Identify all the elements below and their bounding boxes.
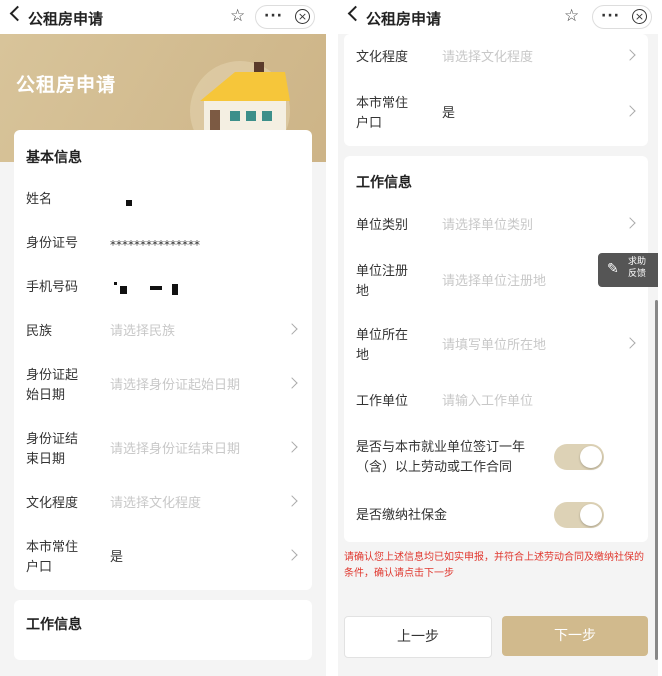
page-title: 公租房申请 — [366, 10, 442, 28]
hukou-value[interactable]: 是 — [110, 548, 123, 568]
page-title: 公租房申请 — [28, 10, 104, 28]
unit-type-label: 单位类别 — [356, 218, 409, 233]
contract-label: 是否与本市就业单位签订一年 — [356, 440, 526, 455]
form-screen-basic: 公租房申请 ☆ ··· × 公租房申请 基本信息 姓名 身份证号 *******… — [0, 0, 326, 676]
chevron-right-icon[interactable] — [286, 377, 298, 389]
unit-reg-label: 地 — [356, 284, 370, 299]
chevron-right-icon[interactable] — [286, 495, 298, 507]
redacted-phone — [150, 286, 162, 290]
star-icon[interactable]: ☆ — [230, 6, 245, 26]
mini-program-capsule: ··· × — [255, 5, 315, 29]
hukou-value[interactable]: 是 — [442, 104, 455, 124]
back-icon[interactable] — [9, 5, 26, 22]
more-icon[interactable]: ··· — [601, 8, 620, 24]
next-button[interactable]: 下一步 — [502, 616, 648, 656]
ethnicity-label: 民族 — [26, 324, 53, 339]
unit-location-label: 地 — [356, 348, 370, 363]
unit-reg-label: 单位注册 — [356, 264, 409, 279]
contract-label: （含）以上劳动或工作合同 — [356, 460, 513, 475]
employer-input[interactable]: 请输入工作单位 — [442, 392, 533, 412]
name-label: 姓名 — [26, 192, 53, 207]
back-icon[interactable] — [347, 5, 364, 22]
social-insurance-label: 是否缴纳社保金 — [356, 508, 448, 523]
unit-reg-select[interactable]: 请选择单位注册地 — [442, 272, 546, 292]
scrollbar[interactable] — [655, 300, 658, 660]
employer-label: 工作单位 — [356, 394, 409, 409]
education-label: 文化程度 — [356, 50, 409, 65]
star-icon[interactable]: ☆ — [564, 6, 579, 26]
close-icon[interactable]: × — [295, 9, 310, 24]
feedback-line-2: 反馈 — [628, 269, 647, 279]
id-end-label: 身份证结 — [26, 432, 79, 447]
confirmation-notice: 请确认您上述信息均已如实申报，并符合上述劳动合同及缴纳社保的条件，确认请点击下一… — [344, 552, 644, 579]
education-select[interactable]: 请选择文化程度 — [442, 48, 533, 68]
id-start-label: 身份证起 — [26, 368, 79, 383]
toggle-knob — [580, 504, 602, 526]
redacted-phone — [172, 284, 178, 295]
id-number-value: *************** — [110, 238, 200, 252]
mini-program-capsule: ··· × — [592, 5, 652, 29]
contract-toggle[interactable] — [554, 444, 604, 470]
redacted-phone — [120, 286, 127, 294]
pen-icon: ✎ — [607, 261, 619, 277]
divider — [326, 0, 338, 676]
chevron-right-icon[interactable] — [286, 441, 298, 453]
phone-label: 手机号码 — [26, 280, 79, 295]
unit-location-label: 单位所在 — [356, 328, 409, 343]
nav-bar: 公租房申请 ☆ ··· × — [338, 0, 658, 34]
work-info-card: 工作信息 单位类别 请选择单位类别 单位注册 地 请选择单位注册地 单位所在 地… — [344, 156, 648, 542]
chevron-right-icon[interactable] — [624, 217, 636, 229]
chevron-right-icon[interactable] — [624, 105, 636, 117]
form-screen-work: 文化程度 请选择文化程度 本市常住 户口 是 工作信息 单位类别 请选择单位类别… — [338, 0, 658, 676]
chevron-right-icon[interactable] — [624, 49, 636, 61]
prev-button[interactable]: 上一步 — [344, 616, 492, 658]
id-start-date-select[interactable]: 请选择身份证起始日期 — [110, 376, 240, 396]
feedback-line-1: 求助 — [628, 257, 647, 267]
id-number-label: 身份证号 — [26, 236, 79, 251]
banner-title: 公租房申请 — [16, 74, 117, 96]
section-title-work: 工作信息 — [356, 175, 412, 191]
redacted-name — [126, 200, 132, 206]
chevron-right-icon[interactable] — [286, 323, 298, 335]
chevron-right-icon[interactable] — [286, 549, 298, 561]
education-select[interactable]: 请选择文化程度 — [110, 494, 201, 514]
hukou-label: 本市常住 — [26, 540, 79, 555]
hukou-label: 户口 — [356, 116, 383, 131]
close-icon[interactable]: × — [632, 9, 647, 24]
basic-info-card: 文化程度 请选择文化程度 本市常住 户口 是 — [344, 34, 648, 146]
chevron-right-icon[interactable] — [624, 337, 636, 349]
feedback-label: 求助 反馈 — [628, 256, 646, 280]
hukou-label: 本市常住 — [356, 96, 409, 111]
more-icon[interactable]: ··· — [264, 8, 283, 24]
id-end-label: 束日期 — [26, 452, 66, 467]
nav-bar: 公租房申请 ☆ ··· × — [0, 0, 326, 34]
redacted-phone — [114, 282, 117, 285]
basic-info-card: 基本信息 姓名 身份证号 *************** 手机号码 民族 请选择… — [14, 130, 312, 590]
help-feedback-button[interactable]: ✎ 求助反馈 — [598, 253, 658, 287]
unit-type-select[interactable]: 请选择单位类别 — [442, 216, 533, 236]
social-insurance-toggle[interactable] — [554, 502, 604, 528]
hukou-label: 户口 — [26, 560, 53, 575]
section-title-basic: 基本信息 — [26, 150, 82, 166]
toggle-knob — [580, 446, 602, 468]
education-label: 文化程度 — [26, 496, 79, 511]
section-title-work: 工作信息 — [26, 617, 82, 633]
id-start-label: 始日期 — [26, 388, 66, 403]
unit-location-input[interactable]: 请填写单位所在地 — [442, 336, 546, 356]
id-end-date-select[interactable]: 请选择身份证结束日期 — [110, 440, 240, 460]
work-info-card: 工作信息 — [14, 600, 312, 660]
ethnicity-select[interactable]: 请选择民族 — [110, 322, 175, 342]
